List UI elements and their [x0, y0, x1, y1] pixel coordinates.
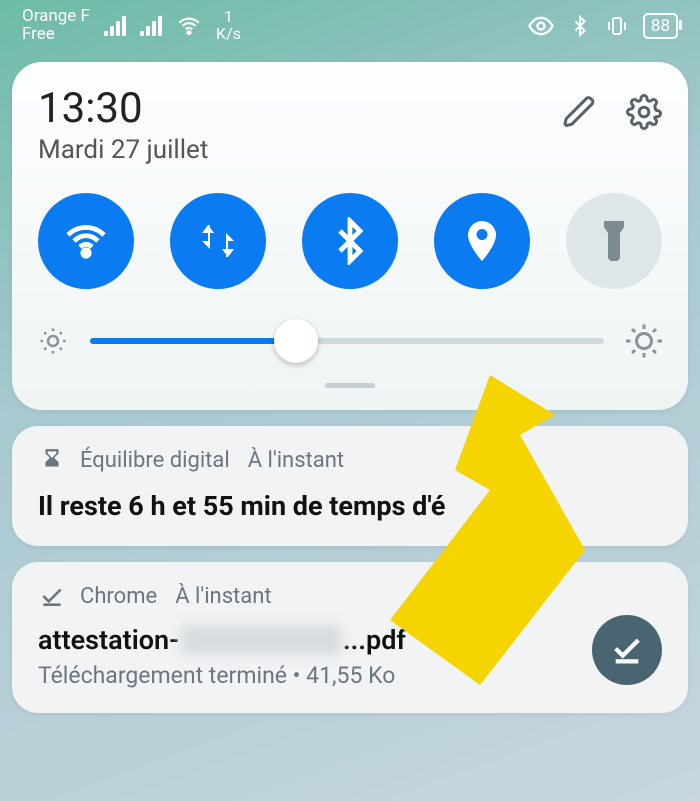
- signal-icon-1: [104, 16, 126, 36]
- download-filename: attestation- ...pdf: [38, 624, 580, 656]
- panel-drag-handle[interactable]: [325, 383, 375, 388]
- slider-fill: [90, 338, 296, 344]
- download-open-button[interactable]: [592, 615, 662, 685]
- wellbeing-time: À l'instant: [248, 448, 344, 473]
- brightness-slider-row: [38, 323, 662, 359]
- wifi-icon: [62, 217, 110, 265]
- bluetooth-status-icon: [569, 15, 591, 37]
- download-status: Téléchargement terminé • 41,55 Ko: [38, 662, 580, 689]
- carrier-labels: Orange F Free: [22, 8, 90, 44]
- wellbeing-title: Il reste 6 h et 55 min de temps d'é: [38, 490, 662, 522]
- battery-indicator: 88: [643, 13, 678, 39]
- slider-thumb[interactable]: [274, 319, 318, 363]
- location-icon: [458, 217, 506, 265]
- download-app-name: Chrome: [80, 584, 157, 609]
- clock-block: 13:30 Mardi 27 juillet: [38, 84, 208, 165]
- download-complete-icon: [38, 582, 66, 610]
- location-toggle[interactable]: [434, 193, 530, 289]
- download-time: À l'instant: [175, 584, 271, 609]
- notification-wellbeing[interactable]: Équilibre digital À l'instant Il reste 6…: [12, 426, 688, 546]
- status-left: Orange F Free 1 K/s: [22, 8, 241, 44]
- flashlight-icon: [590, 217, 638, 265]
- flashlight-toggle[interactable]: [566, 193, 662, 289]
- date-label: Mardi 27 juillet: [38, 135, 208, 165]
- edit-icon[interactable]: [562, 94, 598, 130]
- status-right: 88: [527, 12, 678, 40]
- brightness-low-icon: [38, 326, 68, 356]
- signal-icon-2: [140, 16, 162, 36]
- quick-settings-panel: 13:30 Mardi 27 juillet: [12, 62, 688, 410]
- wifi-toggle[interactable]: [38, 193, 134, 289]
- bluetooth-icon: [326, 217, 374, 265]
- notification-download[interactable]: Chrome À l'instant attestation- ...pdf T…: [12, 562, 688, 713]
- data-icon: [194, 217, 242, 265]
- brightness-high-icon: [626, 323, 662, 359]
- time-label: 13:30: [38, 84, 208, 133]
- wellbeing-app-name: Équilibre digital: [80, 448, 230, 473]
- eye-icon: [527, 12, 555, 40]
- network-speed: 1 K/s: [216, 9, 241, 43]
- filename-redacted: [181, 625, 341, 655]
- battery-percent: 88: [651, 16, 670, 36]
- wifi-status-icon: [176, 13, 202, 39]
- carrier-2: Free: [22, 26, 90, 44]
- filename-suffix: ...pdf: [343, 624, 406, 656]
- gear-icon[interactable]: [626, 94, 662, 130]
- bluetooth-toggle[interactable]: [302, 193, 398, 289]
- status-bar: Orange F Free 1 K/s 88: [0, 0, 700, 52]
- hourglass-icon: [38, 446, 66, 474]
- brightness-slider[interactable]: [90, 338, 604, 344]
- check-underline-icon: [610, 633, 644, 667]
- filename-prefix: attestation-: [38, 624, 179, 656]
- speed-unit: K/s: [216, 26, 241, 43]
- mobile-data-toggle[interactable]: [170, 193, 266, 289]
- vibrate-icon: [605, 14, 629, 38]
